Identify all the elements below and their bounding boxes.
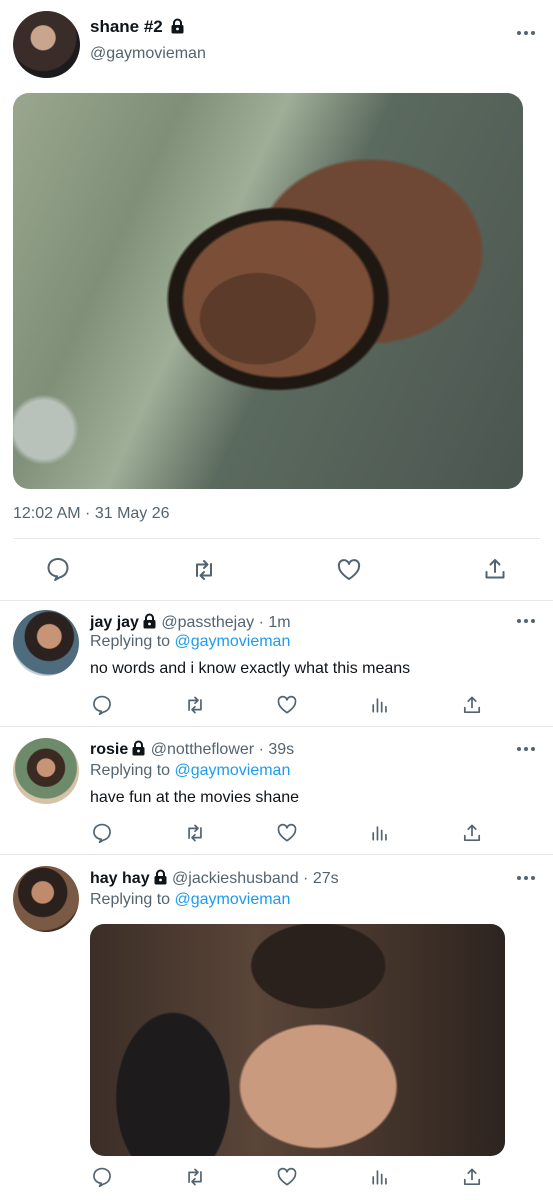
display-name[interactable]: rosie bbox=[90, 741, 128, 758]
analytics-icon[interactable] bbox=[369, 822, 391, 844]
reply-tweet[interactable]: hay hay @jackieshusband · 27s Replying t… bbox=[0, 856, 553, 1200]
reply-icon[interactable] bbox=[91, 822, 113, 844]
handle[interactable]: @nottheflower bbox=[151, 741, 254, 758]
more-icon[interactable] bbox=[517, 618, 537, 624]
reply-photo[interactable] bbox=[90, 924, 505, 1156]
more-icon[interactable] bbox=[517, 746, 537, 752]
reply-header: rosie @nottheflower · 39s bbox=[90, 740, 294, 759]
divider bbox=[13, 538, 540, 539]
divider bbox=[0, 854, 553, 855]
display-name[interactable]: jay jay bbox=[90, 614, 139, 631]
share-icon[interactable] bbox=[461, 822, 483, 844]
main-tweet: shane #2 @gaymovieman 12:02 AM · 31 May … bbox=[0, 0, 553, 602]
share-icon[interactable] bbox=[461, 694, 483, 716]
tweet-age: · 39s bbox=[258, 741, 295, 758]
author-handle[interactable]: @gaymovieman bbox=[90, 45, 206, 63]
like-icon[interactable] bbox=[336, 557, 362, 583]
mention-link[interactable]: @gaymovieman bbox=[175, 762, 291, 779]
analytics-icon[interactable] bbox=[369, 694, 391, 716]
display-name: shane #2 bbox=[90, 17, 163, 36]
tweet-age: · 1m bbox=[258, 614, 291, 631]
tweet-timestamp[interactable]: 12:02 AM · 31 May 26 bbox=[13, 505, 170, 523]
divider bbox=[0, 726, 553, 727]
reply-header: hay hay @jackieshusband · 27s bbox=[90, 869, 339, 888]
replying-to: Replying to @gaymovieman bbox=[90, 762, 290, 780]
retweet-icon[interactable] bbox=[191, 557, 217, 583]
reply-text: have fun at the movies shane bbox=[90, 789, 300, 806]
divider bbox=[0, 600, 553, 601]
reply-icon[interactable] bbox=[45, 556, 71, 582]
share-icon[interactable] bbox=[461, 1166, 483, 1188]
replying-prefix: Replying to bbox=[90, 891, 175, 908]
lock-icon bbox=[171, 18, 184, 34]
lock-icon bbox=[154, 869, 167, 885]
handle[interactable]: @jackieshusband bbox=[172, 870, 299, 887]
retweet-icon[interactable] bbox=[184, 694, 206, 716]
display-name[interactable]: hay hay bbox=[90, 870, 150, 887]
replying-prefix: Replying to bbox=[90, 762, 175, 779]
more-icon[interactable] bbox=[517, 30, 537, 36]
handle[interactable]: @passthejay bbox=[161, 614, 254, 631]
analytics-icon[interactable] bbox=[369, 1166, 391, 1188]
reply-tweet[interactable]: rosie @nottheflower · 39s Replying to @g… bbox=[0, 728, 553, 856]
replying-prefix: Replying to bbox=[90, 633, 175, 650]
mention-link[interactable]: @gaymovieman bbox=[175, 633, 291, 650]
replying-to: Replying to @gaymovieman bbox=[90, 633, 290, 651]
avatar[interactable] bbox=[13, 738, 79, 804]
like-icon[interactable] bbox=[276, 822, 298, 844]
more-icon[interactable] bbox=[517, 875, 537, 881]
retweet-icon[interactable] bbox=[184, 1166, 206, 1188]
like-icon[interactable] bbox=[276, 694, 298, 716]
lock-icon bbox=[132, 740, 145, 756]
like-icon[interactable] bbox=[276, 1166, 298, 1188]
retweet-icon[interactable] bbox=[184, 822, 206, 844]
mention-link[interactable]: @gaymovieman bbox=[175, 891, 291, 908]
replying-to: Replying to @gaymovieman bbox=[90, 891, 290, 909]
reply-header: jay jay @passthejay · 1m bbox=[90, 613, 291, 632]
reply-text: no words and i know exactly what this me… bbox=[90, 660, 411, 677]
avatar[interactable] bbox=[13, 866, 79, 932]
reply-icon[interactable] bbox=[91, 1166, 113, 1188]
reply-icon[interactable] bbox=[91, 694, 113, 716]
tweet-photo[interactable] bbox=[13, 93, 523, 489]
author-name[interactable]: shane #2 bbox=[90, 17, 185, 37]
lock-icon bbox=[143, 613, 156, 629]
avatar[interactable] bbox=[13, 610, 79, 676]
tweet-age: · 27s bbox=[303, 870, 339, 887]
share-icon[interactable] bbox=[482, 556, 508, 582]
reply-tweet[interactable]: jay jay @passthejay · 1m Replying to @ga… bbox=[0, 602, 553, 728]
avatar[interactable] bbox=[13, 11, 80, 78]
